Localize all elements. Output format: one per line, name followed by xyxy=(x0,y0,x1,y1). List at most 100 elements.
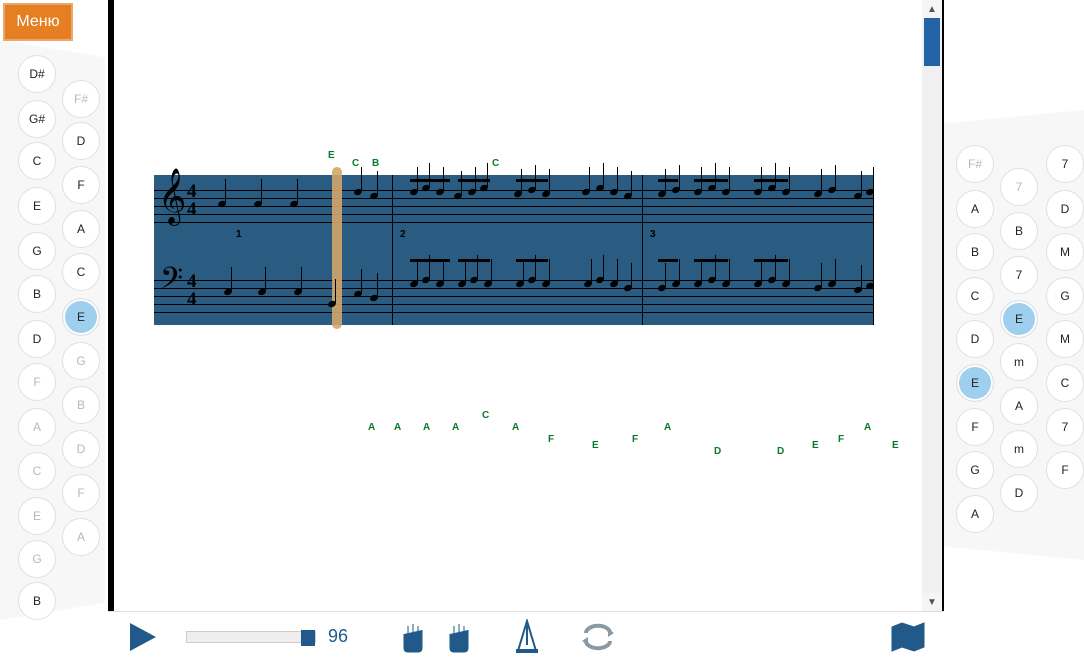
chord-button[interactable]: 7 xyxy=(1000,256,1038,294)
note-button[interactable]: D xyxy=(62,430,100,468)
note-stem xyxy=(821,169,822,193)
note-button[interactable]: A xyxy=(62,210,100,248)
chord-button[interactable]: F xyxy=(1046,451,1084,489)
tempo-slider-thumb[interactable] xyxy=(301,630,315,646)
note-stem xyxy=(487,163,488,187)
chord-button[interactable]: B xyxy=(956,233,994,271)
chord-button[interactable]: m xyxy=(1000,430,1038,468)
note-button[interactable]: B xyxy=(18,275,56,313)
tempo-slider[interactable]: 96 xyxy=(186,626,348,647)
note-stem xyxy=(535,165,536,189)
note-button[interactable]: E xyxy=(18,187,56,225)
note-stem xyxy=(789,259,790,283)
right-hand-toggle[interactable] xyxy=(444,620,474,654)
note-annotation: D xyxy=(777,446,784,457)
note-stem xyxy=(361,269,362,293)
map-view-button[interactable] xyxy=(890,621,926,653)
note-annotation: D xyxy=(714,446,721,457)
note-stem xyxy=(491,259,492,283)
note-button[interactable]: G xyxy=(18,540,56,578)
chord-button[interactable]: D xyxy=(956,320,994,358)
chord-button[interactable]: B xyxy=(1000,212,1038,250)
note-button[interactable]: F xyxy=(62,166,100,204)
chord-button[interactable]: 7 xyxy=(1000,168,1038,206)
chord-button[interactable]: D xyxy=(1046,190,1084,228)
note-stem xyxy=(761,259,762,283)
note-stem xyxy=(835,259,836,283)
note-button[interactable]: C xyxy=(62,253,100,291)
chord-button[interactable]: E xyxy=(956,364,994,402)
chord-button[interactable]: 7 xyxy=(1046,408,1084,446)
note-button[interactable]: D# xyxy=(18,55,56,93)
chord-button[interactable]: F xyxy=(956,408,994,446)
chord-button[interactable]: 7 xyxy=(1046,145,1084,183)
note-button[interactable]: D xyxy=(62,122,100,160)
note-stem xyxy=(377,273,378,297)
note-stem xyxy=(617,259,618,283)
note-stem xyxy=(549,169,550,193)
beam xyxy=(754,179,788,182)
chord-button[interactable]: A xyxy=(956,190,994,228)
bass-clef-icon: 𝄢 xyxy=(160,261,183,304)
scroll-thumb[interactable] xyxy=(924,18,940,66)
note-stem xyxy=(335,279,336,303)
beam xyxy=(516,179,548,182)
chord-button[interactable]: C xyxy=(1046,364,1084,402)
beam xyxy=(458,259,490,262)
chord-button[interactable]: A xyxy=(956,495,994,533)
note-button[interactable]: E xyxy=(18,497,56,535)
note-button[interactable]: F# xyxy=(62,80,100,118)
staff-block: 𝄞 𝄢 4 4 4 4 1 2 3 xyxy=(154,175,874,325)
barline xyxy=(392,175,393,325)
bar-number: 2 xyxy=(400,229,406,240)
score-canvas[interactable]: ECBC 𝄞 𝄢 4 4 4 4 1 2 3 AAAACAFEFADDEFAEF… xyxy=(114,0,922,611)
note-stem xyxy=(523,259,524,283)
chord-button[interactable]: E xyxy=(1000,300,1038,338)
note-button[interactable]: C xyxy=(18,452,56,490)
chord-button[interactable]: m xyxy=(1000,343,1038,381)
chord-button[interactable]: A xyxy=(1000,387,1038,425)
left-hand-toggle[interactable] xyxy=(398,620,428,654)
scroll-down-button[interactable]: ▼ xyxy=(922,593,942,611)
chord-button[interactable]: D xyxy=(1000,474,1038,512)
note-button[interactable]: A xyxy=(62,518,100,556)
barline xyxy=(873,175,874,325)
scroll-up-button[interactable]: ▲ xyxy=(922,0,942,18)
note-annotation: A xyxy=(864,422,871,433)
note-stem xyxy=(225,179,226,203)
note-stem xyxy=(679,165,680,189)
chord-button[interactable]: G xyxy=(1046,277,1084,315)
note-button[interactable]: A xyxy=(18,408,56,446)
chord-button[interactable]: G xyxy=(956,451,994,489)
note-stem xyxy=(429,163,430,187)
note-button[interactable]: D xyxy=(18,320,56,358)
chord-button[interactable]: M xyxy=(1046,320,1084,358)
note-button[interactable]: E xyxy=(62,298,100,336)
loop-button[interactable] xyxy=(580,623,616,651)
note-button[interactable]: B xyxy=(62,386,100,424)
note-annotation: E xyxy=(892,440,899,451)
note-stem xyxy=(729,259,730,283)
note-button[interactable]: F xyxy=(18,363,56,401)
note-button[interactable]: B xyxy=(18,582,56,620)
treble-clef-icon: 𝄞 xyxy=(158,169,186,225)
chord-button[interactable]: M xyxy=(1046,233,1084,271)
note-button[interactable]: G xyxy=(62,342,100,380)
note-button[interactable]: G# xyxy=(18,100,56,138)
note-stem xyxy=(443,259,444,283)
note-stem xyxy=(631,263,632,287)
note-button[interactable]: C xyxy=(18,142,56,180)
chord-button[interactable]: C xyxy=(956,277,994,315)
vertical-scrollbar[interactable]: ▲ ▼ xyxy=(922,0,942,611)
metronome-button[interactable] xyxy=(512,619,542,655)
note-button[interactable]: G xyxy=(18,232,56,270)
note-annotation: E xyxy=(812,440,819,451)
note-stem xyxy=(821,263,822,287)
menu-button[interactable]: Меню xyxy=(3,3,73,41)
note-stem xyxy=(701,259,702,283)
note-button[interactable]: F xyxy=(62,474,100,512)
chord-button[interactable]: F# xyxy=(956,145,994,183)
note-stem xyxy=(631,171,632,195)
note-annotation: C xyxy=(482,410,489,421)
play-button[interactable] xyxy=(126,621,158,653)
